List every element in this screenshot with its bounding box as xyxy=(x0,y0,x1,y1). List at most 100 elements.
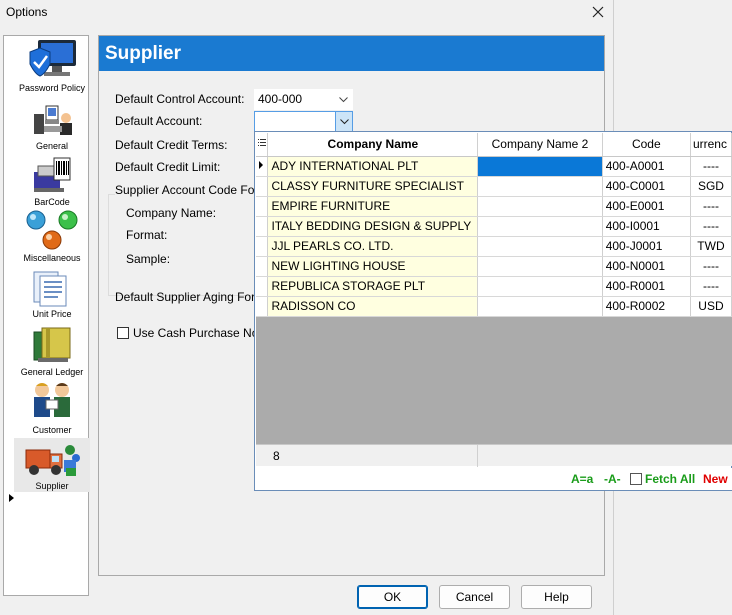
cell-company-name[interactable]: CLASSY FURNITURE SPECIALIST xyxy=(267,176,479,197)
customer-icon xyxy=(34,383,70,417)
selected-item-pointer-icon xyxy=(9,494,14,502)
cell-code[interactable]: 400-R0001 xyxy=(602,276,691,297)
cell-company-name-2[interactable] xyxy=(477,196,603,217)
table-row[interactable]: REPUBLICA STORAGE PLT 400-R0001 ---- xyxy=(256,276,732,297)
sidebar-item-label: General Ledger xyxy=(20,367,84,377)
company-name-label: Company Name: xyxy=(126,206,217,220)
cell-currency[interactable]: TWD xyxy=(690,236,732,257)
lookup-toolbar: A=a -A- Fetch All New xyxy=(256,468,732,490)
case-sensitive-toggle[interactable]: A=a xyxy=(571,472,593,486)
control-account-value: 400-000 xyxy=(258,92,303,106)
column-header-company-name-2[interactable]: Company Name 2 xyxy=(477,133,603,157)
supplier-icon xyxy=(25,445,80,476)
row-header xyxy=(256,216,269,237)
cell-company-name-2[interactable] xyxy=(477,156,603,177)
grid-footer: 8 xyxy=(256,444,732,467)
unit-price-icon xyxy=(33,271,67,307)
cell-code[interactable]: 400-A0001 xyxy=(602,156,691,177)
table-row[interactable]: NEW LIGHTING HOUSE 400-N0001 ---- xyxy=(256,256,732,277)
table-row[interactable]: ITALY BEDDING DESIGN & SUPPLY 400-I0001 … xyxy=(256,216,732,237)
cell-code[interactable]: 400-E0001 xyxy=(602,196,691,217)
cell-code[interactable]: 400-C0001 xyxy=(602,176,691,197)
sidebar-item-customer[interactable]: Customer xyxy=(14,380,90,436)
table-row[interactable]: ADY INTERNATIONAL PLT 400-A0001 ---- xyxy=(256,156,732,177)
cell-company-name[interactable]: JJL PEARLS CO. LTD. xyxy=(267,236,479,257)
sidebar-item-label: Miscellaneous xyxy=(23,253,81,263)
cell-currency[interactable]: ---- xyxy=(690,276,732,297)
cell-code[interactable]: 400-R0002 xyxy=(602,296,691,317)
sidebar-item-label: Unit Price xyxy=(32,309,72,319)
sidebar-item-label: Customer xyxy=(32,425,72,435)
cell-company-name-2[interactable] xyxy=(477,276,603,297)
cell-company-name-2[interactable] xyxy=(477,256,603,277)
cash-purchase-checkbox[interactable] xyxy=(117,327,129,339)
cell-company-name[interactable]: RADISSON CO xyxy=(267,296,479,317)
credit-limit-label: Default Credit Limit: xyxy=(115,160,221,174)
cell-currency[interactable]: ---- xyxy=(690,156,732,177)
cell-code[interactable]: 400-N0001 xyxy=(602,256,691,277)
cell-currency[interactable]: ---- xyxy=(690,256,732,277)
column-header-company-name[interactable]: Company Name xyxy=(267,133,479,157)
cell-code[interactable]: 400-I0001 xyxy=(602,216,691,237)
cell-currency[interactable]: ---- xyxy=(690,216,732,237)
cell-company-name-2[interactable] xyxy=(477,236,603,257)
sidebar-item-unit-price[interactable]: Unit Price xyxy=(14,268,90,320)
window-title: Options xyxy=(6,5,48,19)
new-link[interactable]: New xyxy=(703,472,728,486)
account-lookup-dropdown: Company Name Company Name 2 Code urrenc … xyxy=(254,131,732,491)
accent-sensitive-toggle[interactable]: -A- xyxy=(604,472,621,486)
password-policy-icon xyxy=(29,40,76,77)
sidebar-item-general[interactable]: General xyxy=(14,100,90,152)
credit-terms-label: Default Credit Terms: xyxy=(115,138,228,152)
general-ledger-icon xyxy=(33,327,71,362)
general-icon xyxy=(34,105,72,135)
cell-code[interactable]: 400-J0001 xyxy=(602,236,691,257)
lookup-table: Company Name Company Name 2 Code urrenc … xyxy=(256,133,732,317)
sidebar-item-barcode[interactable]: BarCode xyxy=(14,154,90,208)
cell-company-name[interactable]: ADY INTERNATIONAL PLT xyxy=(267,156,479,177)
chevron-down-icon[interactable] xyxy=(335,112,352,131)
cash-purchase-label: Use Cash Purchase No. xyxy=(133,326,262,340)
column-header-currency[interactable]: urrenc xyxy=(690,133,732,157)
ok-button[interactable]: OK xyxy=(357,585,428,609)
sidebar-item-label: Password Policy xyxy=(18,83,86,93)
barcode-icon xyxy=(34,157,71,192)
close-icon xyxy=(592,6,604,18)
control-account-combo[interactable]: 400-000 xyxy=(254,89,353,110)
table-row[interactable]: JJL PEARLS CO. LTD. 400-J0001 TWD xyxy=(256,236,732,257)
cell-company-name-2[interactable] xyxy=(477,176,603,197)
column-chooser-icon[interactable] xyxy=(256,133,269,157)
cell-currency[interactable]: ---- xyxy=(690,196,732,217)
sidebar-item-label: BarCode xyxy=(34,197,70,207)
cancel-button[interactable]: Cancel xyxy=(439,585,510,609)
cell-company-name[interactable]: NEW LIGHTING HOUSE xyxy=(267,256,479,277)
sidebar-item-supplier[interactable]: Supplier xyxy=(14,438,90,492)
fetch-all-checkbox[interactable] xyxy=(630,473,642,485)
row-header xyxy=(256,296,269,317)
title-bar: Options xyxy=(0,0,614,26)
cell-company-name[interactable]: ITALY BEDDING DESIGN & SUPPLY xyxy=(267,216,479,237)
sidebar-item-password-policy[interactable]: Password Policy xyxy=(14,38,90,94)
fetch-all-label[interactable]: Fetch All xyxy=(645,472,695,486)
sidebar-item-miscellaneous[interactable]: Miscellaneous xyxy=(14,210,90,264)
help-button[interactable]: Help xyxy=(521,585,592,609)
sidebar-item-label: General xyxy=(35,141,69,151)
table-row[interactable]: EMPIRE FURNITURE 400-E0001 ---- xyxy=(256,196,732,217)
table-row[interactable]: CLASSY FURNITURE SPECIALIST 400-C0001 SG… xyxy=(256,176,732,197)
cell-company-name[interactable]: REPUBLICA STORAGE PLT xyxy=(267,276,479,297)
close-button[interactable] xyxy=(585,1,611,23)
section-header: Supplier xyxy=(99,36,604,71)
cell-company-name-2[interactable] xyxy=(477,216,603,237)
cell-currency[interactable]: USD xyxy=(690,296,732,317)
column-header-code[interactable]: Code xyxy=(602,133,691,157)
sidebar-item-label: Supplier xyxy=(35,481,69,491)
cell-company-name[interactable]: EMPIRE FURNITURE xyxy=(267,196,479,217)
table-row[interactable]: RADISSON CO 400-R0002 USD xyxy=(256,296,732,317)
sidebar-item-general-ledger[interactable]: General Ledger xyxy=(14,324,90,378)
default-account-combo[interactable] xyxy=(254,111,353,132)
cell-company-name-2[interactable] xyxy=(477,296,603,317)
miscellaneous-icon xyxy=(26,210,78,250)
lookup-grid: Company Name Company Name 2 Code urrenc … xyxy=(256,133,732,466)
chevron-down-icon[interactable] xyxy=(335,90,352,109)
cell-currency[interactable]: SGD xyxy=(690,176,732,197)
